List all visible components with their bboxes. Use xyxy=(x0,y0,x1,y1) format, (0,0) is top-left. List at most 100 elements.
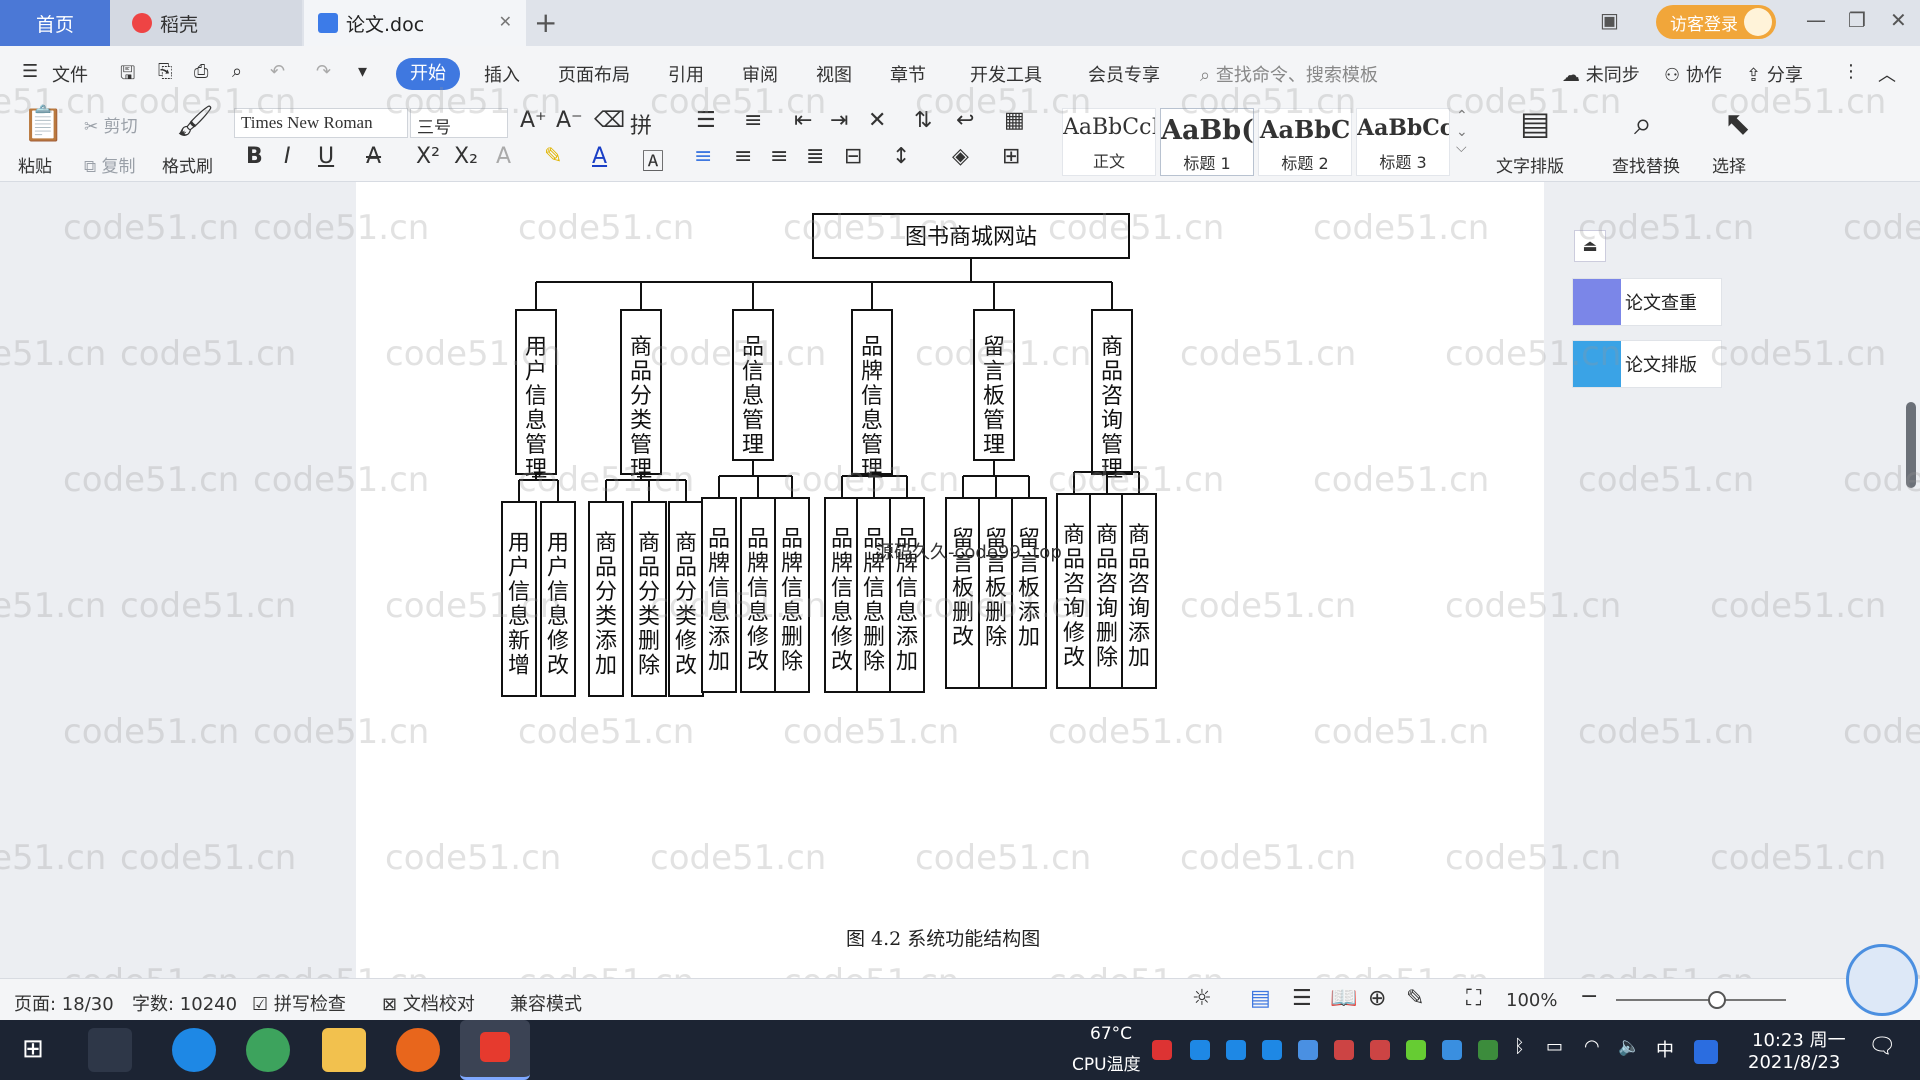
align-right-button[interactable]: ≡ xyxy=(770,144,788,169)
menu-start[interactable]: 开始 xyxy=(396,58,460,90)
zoom-out-icon[interactable]: − xyxy=(1580,984,1598,1009)
format-painter-icon[interactable]: 🖌 xyxy=(176,104,214,139)
numbered-list-icon[interactable]: ≡ xyxy=(744,108,762,133)
reading-view-icon[interactable]: 📖 xyxy=(1330,986,1357,1011)
layout-icon[interactable]: ▣ xyxy=(1600,8,1619,32)
export-icon[interactable]: ⎘ xyxy=(158,61,172,82)
find-replace-button[interactable]: 查找替换 xyxy=(1612,152,1680,177)
tab-daoke[interactable]: 稻壳 xyxy=(110,0,302,46)
close-window-button[interactable]: ✕ xyxy=(1890,8,1907,32)
menu-review[interactable]: 审阅 xyxy=(742,61,778,87)
new-tab-button[interactable]: + xyxy=(534,6,557,39)
font-name-select[interactable]: Times New Roman xyxy=(234,108,408,138)
tray-icon-1[interactable] xyxy=(1152,1040,1172,1060)
tray-icon-9[interactable] xyxy=(1442,1040,1462,1060)
font-size-select[interactable]: 三号 xyxy=(410,108,508,138)
phonetic-icon[interactable]: 拼 xyxy=(630,108,652,140)
italic-button[interactable]: I xyxy=(284,144,291,169)
share-button[interactable]: ⇪ 分享 xyxy=(1746,61,1803,87)
text-layout-button[interactable]: 文字排版 xyxy=(1496,152,1564,177)
tab-home[interactable]: 首页 xyxy=(0,0,110,46)
word-count[interactable]: 字数: 10240 xyxy=(132,990,237,1016)
hamburger-icon[interactable]: ☰ xyxy=(22,61,38,82)
app-orange-icon[interactable] xyxy=(396,1028,440,1072)
visitor-login-button[interactable]: 访客登录 xyxy=(1656,5,1776,39)
ie-browser-icon[interactable] xyxy=(172,1028,216,1072)
restore-button[interactable]: ❐ xyxy=(1848,8,1866,32)
browser-360-icon[interactable] xyxy=(246,1028,290,1072)
menu-references[interactable]: 引用 xyxy=(668,61,704,87)
menu-developer[interactable]: 开发工具 xyxy=(970,61,1042,87)
ime-indicator[interactable]: 中 xyxy=(1656,1036,1674,1062)
wifi-icon[interactable]: ◠ xyxy=(1584,1036,1600,1057)
save-icon[interactable]: 🖫 xyxy=(120,61,135,91)
eye-protect-icon[interactable]: ☼ xyxy=(1192,986,1212,1011)
tray-icon-2[interactable] xyxy=(1190,1040,1210,1060)
font-color-button[interactable]: A xyxy=(592,144,607,169)
side-panel-collapse-icon[interactable]: ⏏ xyxy=(1574,230,1606,262)
menu-page-layout[interactable]: 页面布局 xyxy=(558,61,630,87)
char-border-button[interactable]: 🄰 xyxy=(642,144,664,176)
text-layout-icon[interactable]: ▤ xyxy=(1520,104,1550,142)
shield-icon[interactable] xyxy=(1298,1040,1318,1060)
paper-layout-button[interactable]: 论文排版 xyxy=(1572,340,1722,388)
paste-icon[interactable]: 📋 xyxy=(22,104,64,144)
battery-icon[interactable]: ▭ xyxy=(1546,1036,1563,1057)
menu-file[interactable]: 文件 xyxy=(52,61,88,87)
strikethrough-button[interactable]: A xyxy=(366,144,381,169)
chinese-layout-icon[interactable]: ✕ xyxy=(868,108,886,133)
tray-icon-3[interactable] xyxy=(1226,1040,1246,1060)
magnifier-icon[interactable]: ⌕ xyxy=(1634,104,1652,143)
superscript-button[interactable]: X² xyxy=(416,144,440,169)
increase-indent-icon[interactable]: ⇥ xyxy=(830,108,848,133)
menu-chapter[interactable]: 章节 xyxy=(890,61,926,87)
zoom-slider[interactable] xyxy=(1616,999,1786,1001)
shrink-font-icon[interactable]: A⁻ xyxy=(556,108,583,133)
nvidia-icon[interactable] xyxy=(1478,1040,1498,1060)
file-explorer-icon[interactable] xyxy=(322,1028,366,1072)
app-pinwheel-icon[interactable] xyxy=(88,1028,132,1072)
outline-view-icon[interactable]: ☰ xyxy=(1292,986,1312,1011)
clock-date[interactable]: 2021/8/23 xyxy=(1748,1052,1840,1073)
notification-icon[interactable]: 🗨 xyxy=(1868,1034,1896,1059)
command-search[interactable]: ⌕ 查找命令、搜索模板 xyxy=(1200,61,1378,87)
tab-document[interactable]: 论文.doc ✕ xyxy=(304,0,526,46)
text-effect-button[interactable]: A xyxy=(496,144,511,169)
redo-icon[interactable]: ↷ xyxy=(316,61,331,82)
style-normal[interactable]: AaBbCcI 正文 xyxy=(1062,108,1156,176)
bold-button[interactable]: B xyxy=(246,144,263,169)
cursor-select-icon[interactable]: ⬉ xyxy=(1724,104,1751,142)
show-marks-icon[interactable]: ↩ xyxy=(956,108,974,133)
align-center-button[interactable]: ≡ xyxy=(734,144,752,169)
doc-proofread-button[interactable]: ⊠ 文档校对 xyxy=(382,990,475,1016)
style-heading-1[interactable]: AaBb( 标题 1 xyxy=(1160,108,1254,176)
volume-icon[interactable]: 🔈 xyxy=(1618,1036,1640,1057)
shading-icon[interactable]: ◈ xyxy=(952,144,969,169)
paste-button[interactable]: 粘贴 xyxy=(18,152,52,177)
more-icon[interactable]: ⋮ xyxy=(1842,61,1860,82)
tray-icon-8[interactable] xyxy=(1406,1040,1426,1060)
copy-button[interactable]: ⧉ 复制 xyxy=(84,152,136,177)
close-tab-icon[interactable]: ✕ xyxy=(499,12,512,31)
bullet-list-icon[interactable]: ☰ xyxy=(696,108,716,133)
tray-icon-7[interactable] xyxy=(1370,1040,1390,1060)
decrease-indent-icon[interactable]: ⇤ xyxy=(794,108,812,133)
minimize-button[interactable]: — xyxy=(1806,8,1826,32)
page-view-icon[interactable]: ▤ xyxy=(1250,986,1271,1011)
collab-button[interactable]: ⚇ 协作 xyxy=(1664,61,1722,87)
spell-check-button[interactable]: ☑ 拼写检查 xyxy=(252,990,346,1016)
quick-access-dropdown-icon[interactable]: ▾ xyxy=(358,61,367,82)
menu-member[interactable]: 会员专享 xyxy=(1088,61,1160,87)
tray-icon-6[interactable] xyxy=(1334,1040,1354,1060)
style-heading-3[interactable]: AaBbCcI 标题 3 xyxy=(1356,108,1450,176)
grow-font-icon[interactable]: A⁺ xyxy=(520,108,547,133)
wps-writer-taskbar-icon[interactable] xyxy=(460,1020,530,1080)
align-left-button[interactable]: ≡ xyxy=(694,144,712,169)
menu-view[interactable]: 视图 xyxy=(816,61,852,87)
clock-time[interactable]: 10:23 周一 xyxy=(1752,1026,1846,1052)
write-view-icon[interactable]: ✎ xyxy=(1406,986,1424,1011)
paper-check-button[interactable]: 论文查重 xyxy=(1572,278,1722,326)
windows-start-icon[interactable]: ⊞ xyxy=(22,1034,44,1064)
sort-icon[interactable]: ⇅ xyxy=(914,108,932,133)
select-button[interactable]: 选择 xyxy=(1712,152,1746,177)
